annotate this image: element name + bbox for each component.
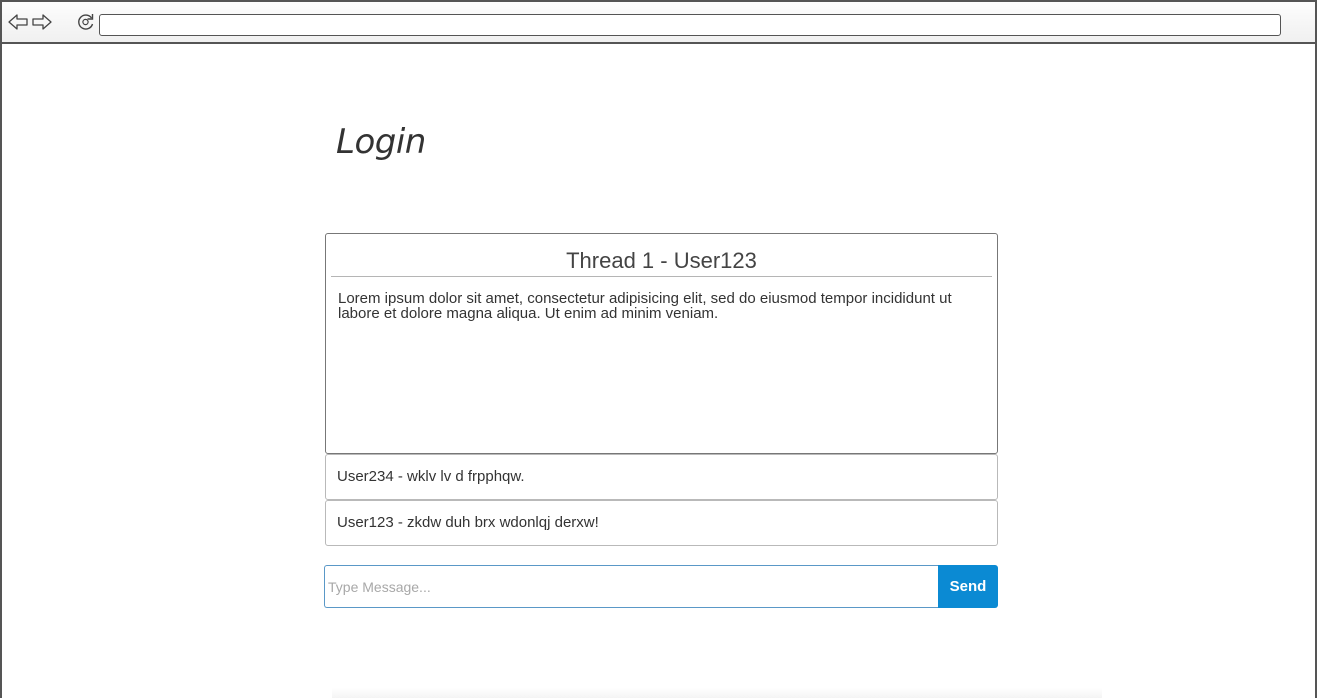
browser-window: Login Thread 1 - User123 Lorem ipsum dol…	[0, 0, 1317, 698]
back-arrow-icon[interactable]	[8, 13, 28, 31]
message-input[interactable]	[324, 565, 938, 608]
browser-toolbar	[2, 0, 1315, 44]
reload-icon[interactable]	[76, 12, 96, 30]
send-button[interactable]: Send	[938, 565, 998, 608]
reply-item: User123 - zkdw duh brx wdonlqj derxw!	[325, 500, 998, 546]
thread-body: Lorem ipsum dolor sit amet, consectetur …	[338, 290, 952, 322]
thread-title: Thread 1 - User123	[331, 246, 992, 277]
url-bar[interactable]	[99, 14, 1281, 36]
reply-item: User234 - wklv lv d frpphqw.	[325, 454, 998, 500]
forward-arrow-icon[interactable]	[32, 13, 52, 31]
bottom-divider	[332, 688, 1102, 698]
thread-card: Thread 1 - User123 Lorem ipsum dolor sit…	[325, 233, 998, 454]
page-title: Login	[336, 122, 426, 162]
